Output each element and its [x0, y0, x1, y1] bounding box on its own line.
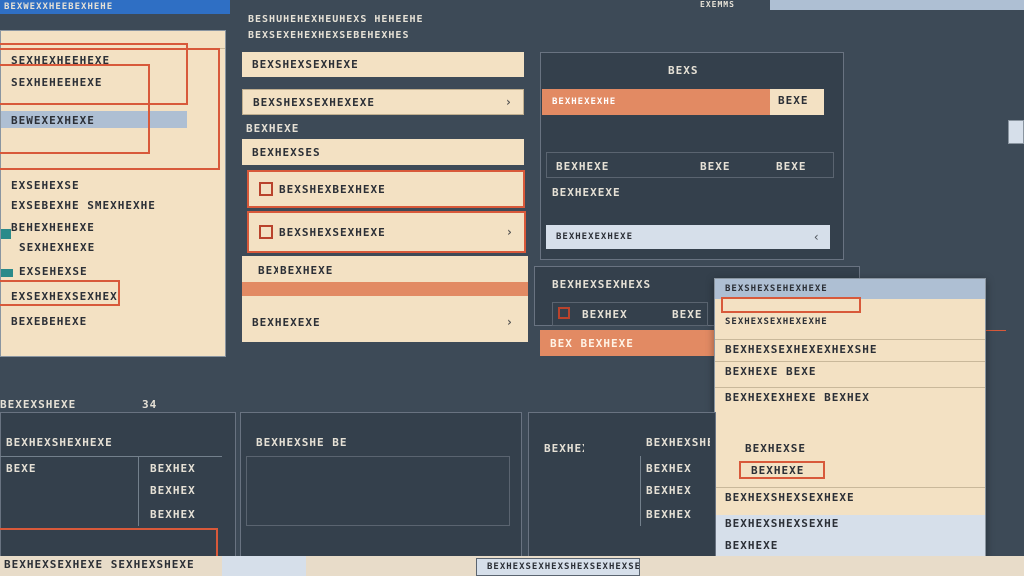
- bottom-right-title: BEXHEXSHEX: [646, 436, 710, 449]
- bottom-right-row2: BEXHEX: [646, 484, 692, 497]
- bottom-left-vline: [138, 456, 139, 526]
- dropdown-item-8[interactable]: BEXHEXSHEXSEXHE: [715, 513, 985, 533]
- bottom-left-row2-b: BEXHEX: [150, 484, 196, 497]
- dropdown-item-4[interactable]: BEXHEXEXHEXE BEXHEX: [715, 387, 985, 407]
- left-item-8[interactable]: EXSEHEXSE: [9, 261, 225, 281]
- bottom-left-divider: [0, 456, 222, 457]
- top-bar-right: [770, 0, 1024, 10]
- record-icon-3: [558, 307, 570, 319]
- bottom-right-row3: BEXHEX: [646, 508, 692, 521]
- right-panel-header: BEXS: [668, 64, 699, 77]
- window-title: BESHUHEHEXHEUHEXS HEHEEHE: [248, 14, 424, 25]
- action-button-label: BEX BEXHEXE: [550, 336, 634, 350]
- label-a: BEXHEXE: [246, 122, 300, 135]
- top-right-label: EXEMMS: [700, 0, 735, 9]
- scrollbar-tab[interactable]: [1008, 120, 1024, 144]
- row2-label: BEXHEXEXE: [552, 186, 621, 199]
- status-segment: [222, 556, 306, 576]
- field-3[interactable]: BEXHEXSES: [242, 139, 524, 165]
- field-6[interactable]: BEXHEXEXE ›: [242, 310, 524, 334]
- field-5[interactable]: BEXSHEXSEXHEXE ›: [247, 211, 526, 253]
- bottom-right-vline: [640, 456, 641, 526]
- chevron-down-icon: ›: [505, 315, 514, 329]
- progress-bar: [242, 282, 528, 296]
- status-center: BEXHEXSEXHEXSHEXSEXHEXSEXHEXE: [476, 558, 640, 576]
- right-panel-2-title: BEXHEXSEXHEXS: [552, 278, 652, 291]
- dropdown-item-1[interactable]: SEXHEXSEXHEXEXHE: [715, 313, 985, 331]
- value-bar-label: BEXHEXEXHE: [552, 97, 617, 107]
- dropdown-item-7[interactable]: BEXHEXSHEXSEXHEXE: [715, 487, 985, 507]
- field-6-value: BEXHEXEXE: [252, 315, 321, 329]
- dropdown-header-label: BEXSHEXSEHEXHEXE: [725, 284, 828, 294]
- action-button[interactable]: BEX BEXHEXE: [540, 330, 716, 356]
- field-5-content: BEXSHEXSEXHEXE: [259, 225, 386, 239]
- cell-1: BEXHEX: [582, 308, 628, 321]
- cell-2: BEXE: [672, 308, 703, 321]
- row1-val1: BEXE: [700, 160, 731, 173]
- bottom-center-title: BEXHEXSHE BE: [256, 436, 348, 449]
- field-2[interactable]: BEXSHEXSEXHEXEXE ›: [242, 89, 524, 115]
- left-item-5[interactable]: EXSEBEXHE SMEXHEXHE: [1, 195, 225, 215]
- left-item-7[interactable]: SEXHEXHEXE: [9, 237, 225, 257]
- status-left: BEXHEXSEXHEXE SEXHEXSHEXE: [4, 558, 195, 571]
- dropdown-item-3[interactable]: BEXHEXE BEXE: [715, 361, 985, 381]
- field-4-value: BEXSHEXBEXHEXE: [279, 182, 386, 196]
- value-bar-fill: BEXHEXEXHE: [542, 89, 770, 115]
- dropdown-header: BEXSHEXSEHEXHEXE: [715, 279, 985, 299]
- field-5-value: BEXSHEXSEXHEXE: [279, 225, 386, 239]
- bottom-right-label: BEXHEXE: [544, 442, 584, 455]
- bottom-left-row1-b: BEXHEX: [150, 462, 196, 475]
- bottom-center-box: [246, 456, 510, 526]
- bottom-left-row3-b: BEXHEX: [150, 508, 196, 521]
- field-2-value: BEXSHEXSEXHEXEXE: [253, 95, 375, 109]
- left-section-title: BEXEXSHEXE: [0, 398, 77, 411]
- dropdown-item-5[interactable]: BEXHEXSE: [735, 439, 835, 457]
- value-bar[interactable]: BEXHEXEXHE BEXE: [542, 89, 824, 115]
- slider-label: BEXHEXEXHEXE: [556, 232, 634, 242]
- left-section-count: 34: [142, 398, 158, 411]
- field-4[interactable]: BEXSHEXBEXHEXE: [247, 170, 525, 208]
- top-bar-title: BEXWEXXHEEBEXHEHE: [4, 2, 114, 12]
- record-icon: [259, 182, 273, 196]
- left-outline-4: [0, 280, 120, 306]
- window-subtitle: BEXSEXEHEXHEXSEBEHEXHES: [248, 30, 410, 41]
- value-bar-value: BEXE: [778, 94, 809, 107]
- row1-label: BEXHEXE: [556, 160, 610, 173]
- slider-input[interactable]: BEXHEXEXHEXE ‹: [546, 225, 830, 249]
- bottom-left-title: BEXHEXSHEXHEXE: [6, 436, 113, 449]
- left-item-6[interactable]: BEHEXHEHEXE: [1, 217, 225, 237]
- chevron-down-icon: ›: [504, 95, 513, 109]
- bottom-left-row1-a: BEXE: [6, 462, 37, 475]
- dropdown-item-9[interactable]: BEXHEXE: [715, 535, 985, 555]
- status-center-label: BEXHEXSEXHEXSHEXSEXHEXSEXHEXE: [487, 562, 639, 572]
- dropdown-item-6[interactable]: BEXHEXE: [739, 461, 825, 479]
- row1-val2: BEXE: [776, 160, 807, 173]
- label-b2: BEXHEXE: [280, 264, 334, 277]
- dropdown-menu: BEXSHEXSEHEXHEXE SEXHEXSEXHEXEXHE BEXHEX…: [714, 278, 986, 564]
- label-b: BEX: [258, 264, 278, 277]
- chevron-down-icon: ›: [505, 225, 514, 239]
- chevron-left-icon: ‹: [812, 230, 820, 244]
- dropdown-item-2[interactable]: BEXHEXSEXHEXEXHEXSHE: [715, 339, 985, 359]
- record-icon-2: [259, 225, 273, 239]
- bottom-right-row1: BEXHEX: [646, 462, 692, 475]
- field-1[interactable]: BEXSHEXSEXHEXE: [242, 52, 524, 77]
- left-outline-3: [0, 48, 220, 170]
- dropdown-item-selected[interactable]: [721, 297, 861, 313]
- left-item-4[interactable]: EXSEHEXSE: [1, 175, 225, 195]
- left-item-10[interactable]: BEXEBEHEXE: [1, 311, 225, 331]
